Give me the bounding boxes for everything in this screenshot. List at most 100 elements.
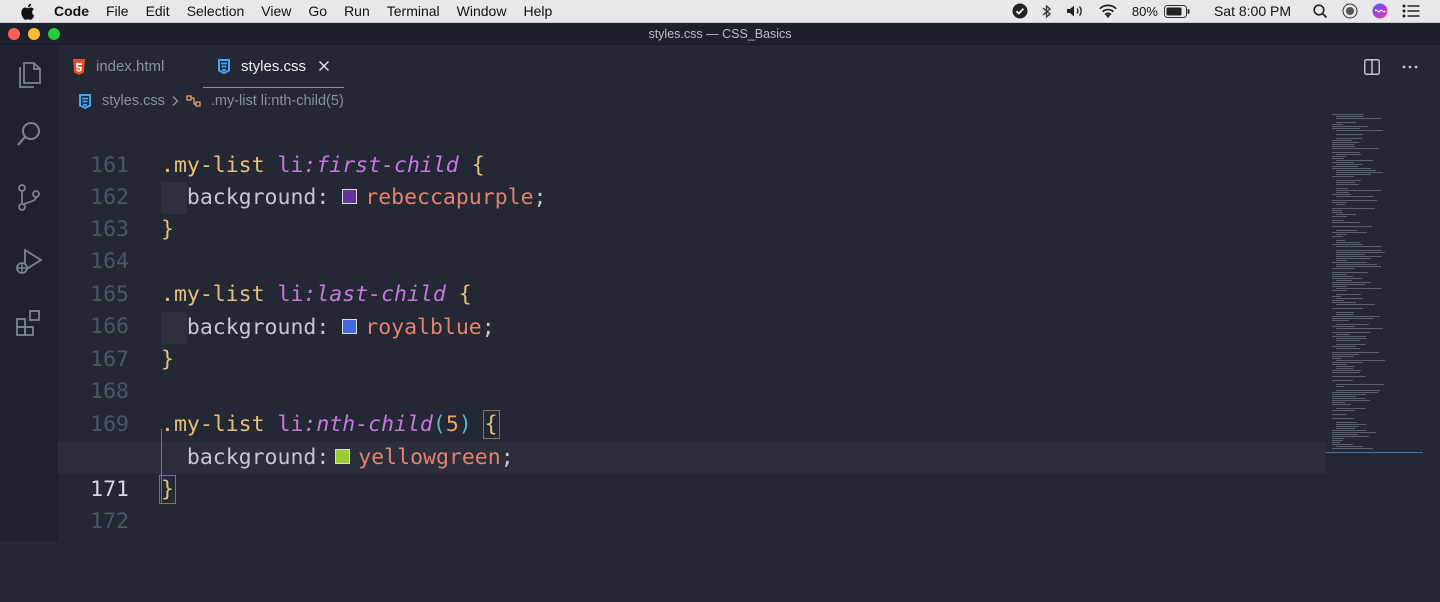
minimap-line: [1332, 326, 1355, 327]
code-line[interactable]: 163 background: rebeccapurple;: [58, 182, 1326, 242]
bluetooth-icon[interactable]: [1042, 4, 1052, 19]
minimize-window-button[interactable]: [28, 28, 40, 40]
minimap-line: [1336, 280, 1352, 281]
minimap-line: [1336, 366, 1354, 367]
minimap-line: [1336, 254, 1365, 255]
code-line[interactable]: 165: [58, 247, 1326, 307]
minimap-line: [1336, 334, 1350, 335]
code-line[interactable]: 164 }: [58, 214, 1326, 274]
minimap-line: [1336, 116, 1363, 117]
color-swatch[interactable]: [342, 188, 358, 204]
minimap-line: [1332, 286, 1347, 287]
semicolon: ;: [481, 315, 495, 340]
minimap-line: [1332, 438, 1344, 439]
source-control-icon[interactable]: [13, 181, 45, 213]
siri-icon[interactable]: [1372, 3, 1388, 19]
control-center-icon[interactable]: [1342, 3, 1358, 19]
menu-selection[interactable]: Selection: [187, 3, 245, 19]
code-line[interactable]: 162 .my-list li:first-child {: [58, 150, 1326, 210]
minimap-line: [1332, 352, 1379, 353]
search-icon[interactable]: [13, 118, 45, 150]
menu-view[interactable]: View: [261, 3, 291, 19]
menu-file[interactable]: File: [106, 3, 129, 19]
minimap-line: [1332, 278, 1362, 279]
run-debug-icon[interactable]: [13, 245, 45, 277]
minimap-line: [1336, 190, 1381, 191]
minimap-line: [1336, 192, 1349, 193]
minimap-line: [1332, 152, 1360, 153]
code-line[interactable]: 168 }: [58, 344, 1326, 404]
code-line-current[interactable]: 171 background: yellowgreen;: [58, 442, 1326, 502]
minimap-line: [1332, 376, 1366, 377]
minimap-line: [1332, 226, 1372, 227]
minimap-line: [1332, 262, 1367, 263]
files-icon[interactable]: [13, 57, 45, 89]
tab-label: styles.css: [241, 57, 307, 75]
zoom-window-button[interactable]: [48, 28, 60, 40]
minimap-line: [1336, 130, 1383, 131]
split-editor-icon[interactable]: [1364, 58, 1380, 75]
extensions-icon[interactable]: [13, 307, 45, 339]
notification-center-icon[interactable]: [1402, 4, 1420, 18]
minimap-line: [1332, 232, 1367, 233]
minimap-line: [1332, 300, 1344, 301]
css-tag-selector: li: [277, 412, 304, 437]
minimap[interactable]: [1326, 112, 1426, 462]
check-shield-icon[interactable]: [1012, 3, 1028, 19]
breadcrumb-file[interactable]: styles.css: [102, 93, 165, 109]
menu-terminal[interactable]: Terminal: [387, 3, 440, 19]
menu-edit[interactable]: Edit: [146, 3, 170, 19]
minimap-line: [1332, 362, 1363, 363]
code-line[interactable]: 161: [58, 118, 1326, 178]
color-swatch[interactable]: [342, 318, 358, 334]
code-line[interactable]: 172 }: [58, 474, 1326, 534]
minimap-line: [1332, 148, 1379, 149]
clock[interactable]: Sat 8:00 PM: [1214, 3, 1291, 19]
menu-go[interactable]: Go: [308, 3, 327, 19]
minimap-line: [1336, 170, 1376, 171]
more-actions-icon[interactable]: [1402, 65, 1418, 69]
menu-bar: Code File Edit Selection View Go Run Ter…: [0, 0, 1440, 23]
minimap-line: [1336, 234, 1347, 235]
colon: :: [316, 445, 330, 470]
minimap-line: [1336, 312, 1354, 313]
color-swatch[interactable]: [335, 448, 351, 464]
battery-icon[interactable]: [1163, 4, 1190, 18]
minimap-line: [1336, 368, 1353, 369]
close-tab-icon[interactable]: [318, 60, 330, 72]
breadcrumb: styles.css .my-list li:nth-child(5): [58, 88, 1440, 114]
minimap-line: [1332, 448, 1373, 449]
menu-app-name[interactable]: Code: [54, 3, 89, 19]
code-line[interactable]: 167 background: royalblue;: [58, 312, 1326, 372]
minimap-line: [1336, 160, 1373, 161]
minimap-line: [1332, 302, 1356, 303]
code-line[interactable]: 166 .my-list li:last-child {: [58, 279, 1326, 339]
minimap-line: [1336, 246, 1382, 247]
breadcrumb-symbol[interactable]: .my-list li:nth-child(5): [211, 93, 344, 109]
tab-styles-css[interactable]: styles.css: [203, 45, 345, 88]
code-editor[interactable]: 161 162 .my-list li:first-child { 163 ba…: [58, 118, 1440, 541]
minimap-line: [1336, 344, 1366, 345]
minimap-line: [1336, 242, 1360, 243]
minimap-line: [1332, 318, 1374, 319]
wifi-icon[interactable]: [1098, 4, 1118, 19]
code-line[interactable]: 169: [58, 377, 1326, 437]
minimap-line: [1336, 338, 1367, 339]
apple-menu-icon[interactable]: [20, 3, 38, 20]
volume-icon[interactable]: [1066, 4, 1084, 18]
minimap-line: [1336, 250, 1382, 251]
menu-help[interactable]: Help: [523, 3, 552, 19]
minimap-line: [1332, 434, 1358, 435]
menu-window[interactable]: Window: [457, 3, 507, 19]
paren-close: ): [458, 412, 472, 437]
minimap-viewport[interactable]: [1326, 452, 1423, 453]
code-line[interactable]: 170 .my-list li:nth-child(5) {: [58, 409, 1326, 469]
tab-index-html[interactable]: index.html: [72, 45, 164, 88]
spotlight-search-icon[interactable]: [1313, 3, 1328, 19]
editor-actions: [1364, 45, 1440, 88]
minimap-line: [1332, 244, 1362, 245]
editor-tabs: index.html styles.css: [58, 45, 1440, 88]
minimap-line: [1332, 320, 1349, 321]
close-window-button[interactable]: [8, 28, 20, 40]
menu-run[interactable]: Run: [344, 3, 370, 19]
